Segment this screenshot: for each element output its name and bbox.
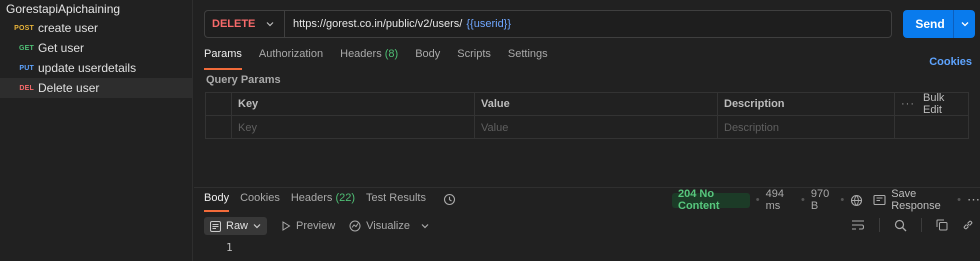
separator-dot: •: [840, 194, 845, 206]
column-description: Description: [718, 93, 895, 115]
request-label: update userdetails: [38, 61, 137, 75]
visualize-button[interactable]: Visualize: [349, 220, 429, 232]
response-headers-count: (22): [335, 192, 356, 204]
tab-response-headers-label: Headers: [290, 192, 333, 204]
sidebar-request-create-user[interactable]: POST create user: [0, 18, 192, 38]
chevron-down-icon: [253, 222, 261, 230]
method-badge: GET: [19, 44, 34, 52]
raw-icon: [210, 220, 221, 232]
tab-headers-label: Headers: [340, 48, 382, 60]
key-input[interactable]: Key: [232, 116, 475, 139]
bulk-edit-button[interactable]: ··· Bulk Edit: [901, 92, 960, 116]
url-variable: {{userid}}: [466, 18, 512, 30]
tab-authorization[interactable]: Authorization: [259, 48, 323, 70]
collection-item[interactable]: GorestapiApichaining: [0, 0, 192, 18]
copy-icon[interactable]: [936, 219, 948, 231]
tab-response-body[interactable]: Body: [204, 192, 230, 212]
divider: [921, 218, 922, 232]
divider: [879, 218, 880, 232]
response-tabs: Body Cookies Headers (22) Test Results: [204, 192, 456, 212]
table-header-row: Key Value Description ··· Bulk Edit: [206, 92, 968, 116]
response-time[interactable]: 494 ms: [766, 188, 795, 212]
response-view-bar: Raw Preview Visualize: [204, 216, 429, 236]
bulk-edit-label: Bulk Edit: [923, 92, 945, 116]
search-icon[interactable]: [894, 219, 907, 232]
line-number: 1: [226, 241, 233, 254]
tab-settings[interactable]: Settings: [508, 48, 548, 70]
request-tabs: Params Authorization Headers (8) Body Sc…: [204, 48, 565, 70]
request-label: create user: [38, 21, 99, 35]
cookies-link[interactable]: Cookies: [929, 56, 972, 68]
method-value: DELETE: [212, 18, 256, 30]
chevron-down-icon[interactable]: [421, 222, 429, 230]
method-badge: PUT: [19, 64, 34, 72]
method-badge: POST: [14, 24, 34, 32]
send-button[interactable]: Send: [903, 10, 953, 38]
chevron-down-icon: [961, 20, 969, 28]
sidebar-request-update-userdetails[interactable]: PUT update userdetails: [0, 58, 192, 78]
description-input[interactable]: Description: [718, 116, 895, 139]
table-row: Key Value Description: [206, 116, 968, 139]
tab-test-results[interactable]: Test Results: [366, 192, 426, 212]
preview-label: Preview: [296, 220, 336, 232]
visualize-icon: [349, 220, 361, 232]
row-checkbox-cell: [206, 116, 232, 139]
url-text: https://gorest.co.in/public/v2/users/: [293, 18, 463, 30]
view-mode-select[interactable]: Raw: [204, 217, 268, 235]
separator-dot: •: [801, 194, 805, 206]
tab-response-cookies[interactable]: Cookies: [240, 192, 280, 212]
tab-headers[interactable]: Headers (8): [340, 48, 398, 70]
request-label: Get user: [38, 41, 85, 55]
send-options-button[interactable]: [953, 10, 975, 38]
url-bar: DELETE https://gorest.co.in/public/v2/us…: [204, 10, 892, 38]
chevron-down-icon: [266, 20, 274, 28]
tab-response-headers[interactable]: Headers (22): [291, 192, 355, 212]
url-input[interactable]: https://gorest.co.in/public/v2/users/ {{…: [285, 11, 891, 37]
checkbox-column: [206, 93, 232, 115]
bulk-edit-cell: ··· Bulk Edit: [895, 92, 968, 116]
save-icon: [873, 194, 886, 206]
sidebar-request-delete-user[interactable]: DEL Delete user: [0, 78, 192, 98]
preview-button[interactable]: Preview: [281, 220, 335, 232]
sidebar: GorestapiApichaining POST create user GE…: [0, 0, 193, 261]
response-size[interactable]: 970 B: [811, 188, 834, 212]
request-panel: DELETE https://gorest.co.in/public/v2/us…: [194, 0, 980, 261]
response-meta: 204 No Content • 494 ms • 970 B • Save R…: [672, 188, 980, 212]
tab-params[interactable]: Params: [204, 48, 242, 70]
more-icon[interactable]: ···: [901, 98, 915, 110]
separator-dot: •: [755, 194, 760, 206]
column-value: Value: [475, 93, 718, 115]
response-tools: [851, 218, 974, 232]
column-key: Key: [232, 93, 475, 115]
headers-count: (8): [384, 48, 399, 60]
response-divider[interactable]: [194, 187, 980, 188]
sidebar-request-get-user[interactable]: GET Get user: [0, 38, 192, 58]
request-label: Delete user: [38, 81, 100, 95]
status-badge[interactable]: 204 No Content: [672, 188, 750, 212]
link-icon[interactable]: [962, 219, 974, 231]
more-options-icon[interactable]: ⋯: [967, 192, 980, 208]
method-badge: DEL: [19, 84, 34, 92]
visualize-label: Visualize: [366, 220, 410, 232]
query-params-title: Query Params: [206, 74, 281, 86]
collection-name: GorestapiApichaining: [6, 2, 121, 16]
value-input[interactable]: Value: [475, 116, 718, 139]
view-mode-label: Raw: [226, 220, 249, 232]
tab-scripts[interactable]: Scripts: [457, 48, 491, 70]
wrap-lines-icon[interactable]: [851, 219, 865, 231]
save-response-button[interactable]: Save Response: [873, 188, 951, 212]
history-icon[interactable]: [443, 193, 456, 212]
play-icon: [281, 221, 291, 231]
params-table: Key Value Description ··· Bulk Edit Key …: [205, 92, 969, 139]
tab-body[interactable]: Body: [415, 48, 440, 70]
save-response-label: Save Response: [891, 188, 941, 212]
method-select[interactable]: DELETE: [205, 11, 285, 37]
empty-cell: [895, 116, 968, 139]
network-icon[interactable]: [850, 194, 863, 207]
separator-dot: •: [957, 194, 962, 206]
send-button-group: Send: [903, 10, 975, 38]
